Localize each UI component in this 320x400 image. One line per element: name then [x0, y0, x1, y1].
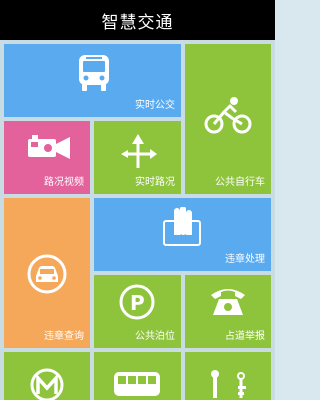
- road-arrows-icon: [121, 134, 157, 168]
- telephone-icon: [211, 289, 245, 315]
- tile-public-parking-label: 公共泊位: [135, 331, 175, 342]
- hand-payment-icon: ¥: [163, 207, 201, 246]
- tile-road-report-label: 占道举报: [225, 331, 265, 342]
- tile-coach[interactable]: [94, 352, 181, 400]
- tile-driving[interactable]: [185, 352, 271, 400]
- svg-text:¥: ¥: [180, 233, 186, 244]
- tile-realtime-bus[interactable]: 实时公交: [4, 44, 181, 117]
- tile-public-bike[interactable]: 公共自行车: [185, 44, 271, 194]
- tile-realtime-bus-label: 实时公交: [135, 100, 175, 111]
- tile-violation-query[interactable]: 违章查询: [4, 198, 90, 348]
- tile-violation-query-label: 违章查询: [44, 331, 84, 342]
- tile-realtime-road[interactable]: 实时路况: [94, 121, 181, 194]
- title-bar: 智慧交通: [0, 0, 275, 40]
- tile-public-parking[interactable]: P 公共泊位: [94, 275, 181, 348]
- app-title: 智慧交通: [101, 12, 174, 33]
- car-icon: [27, 254, 67, 294]
- tile-metro[interactable]: [4, 352, 90, 400]
- svg-text:P: P: [130, 291, 145, 315]
- tile-public-bike-label: 公共自行车: [215, 177, 265, 188]
- tile-realtime-road-label: 实时路况: [135, 177, 175, 188]
- bicycle-icon: [204, 97, 252, 134]
- coach-bus-icon: [114, 372, 160, 396]
- tile-violation-handle-label: 违章处理: [225, 254, 265, 265]
- parking-icon: P: [119, 284, 155, 320]
- video-camera-icon: [28, 135, 70, 159]
- bus-icon: [79, 55, 109, 91]
- metro-icon: [30, 368, 64, 400]
- tile-traffic-video-label: 路况视频: [44, 177, 84, 188]
- gear-shift-icon: [211, 370, 246, 398]
- tile-road-report[interactable]: 占道举报: [185, 275, 271, 348]
- tile-traffic-video[interactable]: 路况视频: [4, 121, 90, 194]
- tile-violation-handle[interactable]: ¥ 违章处理: [94, 198, 271, 271]
- tile-grid: 实时公交 公共自行车 路况视频 实时路况 ¥ 违章处理 违章查询 P 公共泊位 …: [0, 40, 275, 400]
